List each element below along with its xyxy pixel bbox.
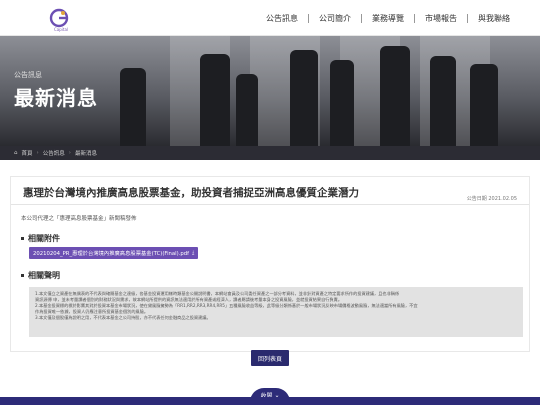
breadcrumb-current: 最新消息 xyxy=(74,151,97,157)
logo-text: Capital xyxy=(53,27,69,32)
disclaimer-box: 1.本文僅立之資產在無偶表的不代表與確屬基金之達級，各基金投資運用樣時類基金公開… xyxy=(29,287,523,337)
article-intro: 本公司代理之「惠理高息股票基金」新聞稿發佈 xyxy=(21,216,137,222)
footer-bar xyxy=(0,397,540,405)
nav-contact[interactable]: 與我聯絡 xyxy=(468,13,520,24)
breadcrumb-separator: › xyxy=(68,150,71,156)
attachment-label: 20210204_PR_惠理於台灣境內推廣高息股票基金(TC)(Final).p… xyxy=(33,251,189,257)
bullet-icon xyxy=(21,237,24,240)
nav-about[interactable]: 公司簡介 xyxy=(309,13,361,24)
hero-silhouette xyxy=(200,54,230,146)
hero-silhouette xyxy=(380,46,410,146)
article-date: 公告日期 2021.02.05 xyxy=(466,196,517,202)
breadcrumb-bar: ⌂ 首頁 › 公告訊息 › 最新消息 xyxy=(0,146,540,160)
back-to-list-button[interactable]: 回列表頁 xyxy=(251,350,289,366)
home-icon: ⌂ xyxy=(14,150,18,156)
hero-silhouette xyxy=(430,56,456,146)
disclaimer-line: 3.本文僅及個股僅為說明之用，不代表本基金之公司持股，亦不代表任何金融商品之投資… xyxy=(35,315,211,321)
breadcrumb-separator: › xyxy=(36,150,39,156)
hero-banner: 公告訊息 最新消息 xyxy=(0,36,540,146)
page-title: 最新消息 xyxy=(14,86,98,110)
disclaimer-heading: 相關聲明 xyxy=(21,270,60,281)
article-card: 惠理於台灣境內推廣高息股票基金，助投資者捕捉亞洲高息優質企業潛力 公告日期 20… xyxy=(10,176,530,352)
breadcrumb-announcements[interactable]: 公告訊息 xyxy=(43,149,65,157)
hero-subtitle: 公告訊息 xyxy=(14,71,42,79)
nav-market-report[interactable]: 市場報告 xyxy=(415,13,467,24)
bullet-icon xyxy=(21,274,24,277)
attachments-heading-label: 相關附件 xyxy=(28,234,60,243)
article-title: 惠理於台灣境內推廣高息股票基金，助投資者捕捉亞洲高息優質企業潛力 xyxy=(23,187,359,199)
breadcrumb-home[interactable]: 首頁 xyxy=(22,149,33,157)
hero-silhouette xyxy=(290,50,318,146)
main-nav: 公告訊息 公司簡介 業務導覽 市場報告 與我聯絡 xyxy=(256,0,520,36)
hero-silhouette xyxy=(120,68,146,146)
top-navigation-bar: Capital 公告訊息 公司簡介 業務導覽 市場報告 與我聯絡 xyxy=(0,0,540,36)
hero-silhouette xyxy=(236,74,258,146)
nav-announcements[interactable]: 公告訊息 xyxy=(256,13,308,24)
attachment-download-button[interactable]: 20210204_PR_惠理於台灣境內推廣高息股票基金(TC)(Final).p… xyxy=(29,247,199,259)
disclaimer-heading-label: 相關聲明 xyxy=(28,271,60,280)
hero-silhouette xyxy=(470,64,498,146)
hero-silhouette xyxy=(330,60,354,146)
breadcrumb: ⌂ 首頁 › 公告訊息 › 最新消息 xyxy=(14,149,97,157)
article-header: 惠理於台灣境內推廣高息股票基金，助投資者捕捉亞洲高息優質企業潛力 公告日期 20… xyxy=(11,177,529,205)
download-icon: ⤓ xyxy=(191,250,195,256)
nav-business[interactable]: 業務導覽 xyxy=(362,13,414,24)
attachments-heading: 相關附件 xyxy=(21,233,60,244)
